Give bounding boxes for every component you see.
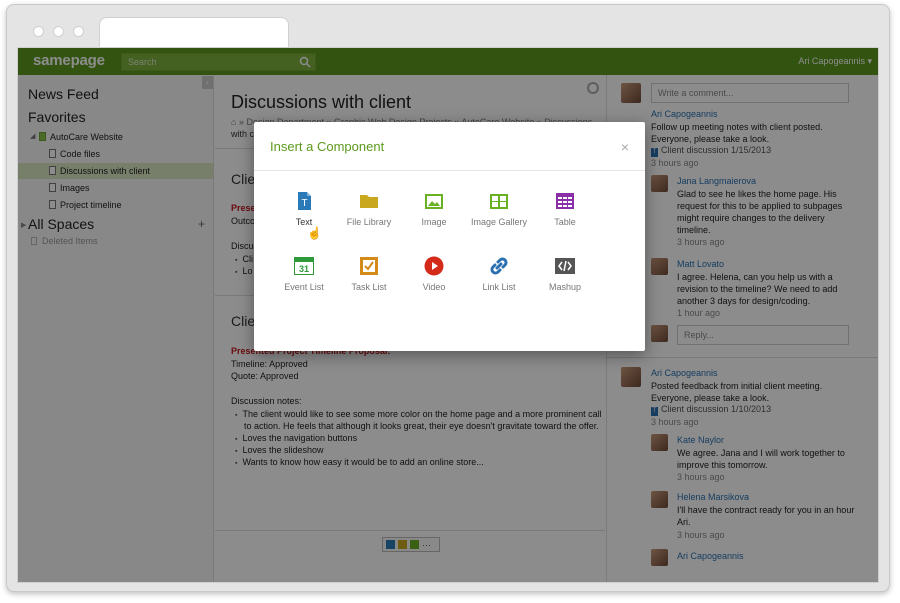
- component-video[interactable]: Video: [401, 256, 467, 306]
- insert-component-dialog: Insert a Component × T Text File Library…: [254, 122, 645, 351]
- component-label: File Library: [346, 217, 392, 227]
- component-file-library[interactable]: File Library: [336, 191, 402, 241]
- table-icon: [556, 193, 574, 209]
- component-label: Event List: [284, 282, 324, 292]
- close-window-dot[interactable]: [33, 26, 44, 37]
- component-label: Mashup: [548, 282, 582, 292]
- close-icon[interactable]: ×: [621, 139, 629, 155]
- hand-cursor-icon: ☝: [307, 226, 322, 240]
- checkbox-icon: [360, 257, 378, 275]
- image-icon: [425, 194, 443, 209]
- svg-text:31: 31: [299, 264, 309, 274]
- browser-window: samepage Search Ari Capogeannis ▾ ‹ News…: [6, 4, 890, 592]
- component-label: Image: [421, 217, 447, 227]
- window-controls: [33, 26, 84, 37]
- maximize-window-dot[interactable]: [73, 26, 84, 37]
- component-task-list[interactable]: Task List: [336, 256, 402, 306]
- component-label: Table: [554, 217, 576, 227]
- text-icon: T: [298, 192, 311, 210]
- calendar-icon: 31: [294, 257, 314, 275]
- minimize-window-dot[interactable]: [53, 26, 64, 37]
- play-icon: [424, 256, 444, 276]
- link-icon: [490, 257, 508, 275]
- svg-text:T: T: [301, 198, 307, 209]
- gallery-icon: [490, 194, 508, 209]
- component-label: Video: [422, 282, 446, 292]
- browser-tab[interactable]: [99, 17, 289, 51]
- code-icon: [555, 258, 575, 274]
- component-link-list[interactable]: Link List: [466, 256, 532, 306]
- component-mashup[interactable]: Mashup: [532, 256, 598, 306]
- component-image-gallery[interactable]: Image Gallery: [466, 191, 532, 241]
- component-image[interactable]: Image: [401, 191, 467, 241]
- component-label: Link List: [482, 282, 516, 292]
- folder-icon: [360, 195, 378, 208]
- app-viewport: samepage Search Ari Capogeannis ▾ ‹ News…: [17, 47, 879, 583]
- dialog-title: Insert a Component: [270, 139, 385, 154]
- divider: [254, 170, 645, 171]
- component-label: Image Gallery: [470, 217, 528, 227]
- component-text[interactable]: T Text: [271, 191, 337, 241]
- component-table[interactable]: Table: [532, 191, 598, 241]
- component-event-list[interactable]: 31 Event List: [271, 256, 337, 306]
- component-label: Task List: [351, 282, 387, 292]
- component-label: Text: [295, 217, 313, 227]
